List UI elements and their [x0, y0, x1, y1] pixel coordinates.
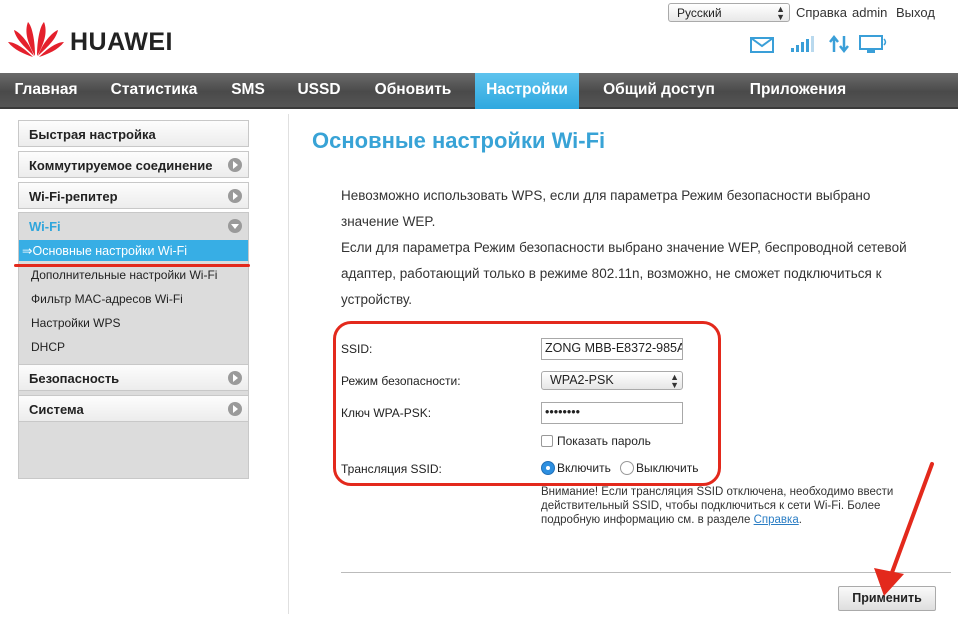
- sidebar-item-label: Быстрая настройка: [29, 127, 156, 142]
- sidebar-item-wps[interactable]: Настройки WPS: [31, 316, 121, 330]
- info-text-line: адаптер, работающий только в режиме 802.…: [341, 266, 882, 281]
- highlight-underline: [14, 264, 250, 267]
- chevron-right-icon: [228, 402, 242, 416]
- nav-statistics[interactable]: Статистика: [100, 73, 208, 109]
- nav-update[interactable]: Обновить: [364, 73, 462, 109]
- info-text-line: значение WEP.: [341, 214, 436, 229]
- main-nav: Главная Статистика SMS USSD Обновить Нас…: [0, 73, 958, 109]
- sidebar-item-label: Wi-Fi: [29, 219, 61, 234]
- nav-settings[interactable]: Настройки: [475, 73, 579, 109]
- brand-name: HUAWEI: [70, 28, 173, 56]
- info-text-line: Невозможно использовать WPS, если для па…: [341, 188, 871, 203]
- signal-icon: [791, 36, 814, 52]
- sidebar-item-wifi-basic[interactable]: ⇒Основные настройки Wi-Fi: [19, 240, 248, 261]
- username-label: admin: [852, 5, 888, 20]
- red-arrow-icon: [874, 462, 934, 596]
- language-select-value: Русский: [677, 6, 722, 20]
- arrow-right-icon: ⇒: [22, 244, 33, 258]
- sidebar-item-system[interactable]: Система: [18, 395, 249, 422]
- content-divider: [288, 114, 289, 614]
- sidebar-item-label: Wi-Fi-репитер: [29, 189, 118, 204]
- sidebar-item-wifi-repeater[interactable]: Wi-Fi-репитер: [18, 182, 249, 209]
- sidebar-item-label: Безопасность: [29, 371, 120, 386]
- note-text: подробную информацию см. в разделе: [541, 514, 754, 526]
- note-text: .: [798, 514, 802, 526]
- help-link[interactable]: Справка: [796, 5, 847, 20]
- chevron-right-icon: [228, 189, 242, 203]
- envelope-icon[interactable]: [750, 37, 774, 53]
- nav-sms[interactable]: SMS: [222, 73, 274, 109]
- language-select[interactable]: Русский ▲ ▼: [668, 3, 790, 22]
- sidebar-item-wifi[interactable]: Wi-Fi: [19, 213, 248, 240]
- sidebar-item-quick-setup[interactable]: Быстрая настройка: [18, 120, 249, 147]
- nav-applications[interactable]: Приложения: [740, 73, 856, 109]
- sidebar-item-dialup[interactable]: Коммутируемое соединение: [18, 151, 249, 178]
- help-section-link[interactable]: Справка: [754, 514, 799, 526]
- highlight-box: [333, 321, 721, 486]
- sidebar-item-dhcp[interactable]: DHCP: [31, 340, 65, 354]
- sidebar-item-mac-filter[interactable]: Фильтр MAC-адресов Wi-Fi: [31, 292, 183, 306]
- monitor-icon: [859, 35, 887, 53]
- page-title: Основные настройки Wi-Fi: [312, 128, 606, 153]
- sidebar-item-label: Система: [29, 402, 84, 417]
- sidebar-item-label: Основные настройки Wi-Fi: [32, 244, 188, 258]
- sidebar-item-label: Коммутируемое соединение: [29, 158, 213, 173]
- nav-ussd[interactable]: USSD: [288, 73, 350, 109]
- info-text-line: Если для параметра Режим безопасности вы…: [341, 240, 907, 255]
- sidebar-item-security[interactable]: Безопасность: [18, 364, 249, 391]
- huawei-logo-icon: [8, 22, 64, 57]
- data-transfer-icon: [829, 35, 849, 53]
- nav-home[interactable]: Главная: [4, 73, 88, 109]
- chevron-down-icon: [228, 219, 242, 233]
- chevron-right-icon: [228, 371, 242, 385]
- chevron-right-icon: [228, 158, 242, 172]
- info-text-line: устройству.: [341, 292, 413, 307]
- logout-link[interactable]: Выход: [896, 5, 935, 20]
- select-arrows-icon: ▲ ▼: [776, 4, 785, 22]
- header: HUAWEI Русский ▲ ▼ Справка admin Выход: [0, 0, 958, 72]
- nav-sharing[interactable]: Общий доступ: [592, 73, 726, 109]
- sidebar-group-wifi: Wi-Fi ⇒Основные настройки Wi-Fi Дополнит…: [18, 212, 249, 479]
- sidebar-item-wifi-advanced[interactable]: Дополнительные настройки Wi-Fi: [31, 268, 217, 282]
